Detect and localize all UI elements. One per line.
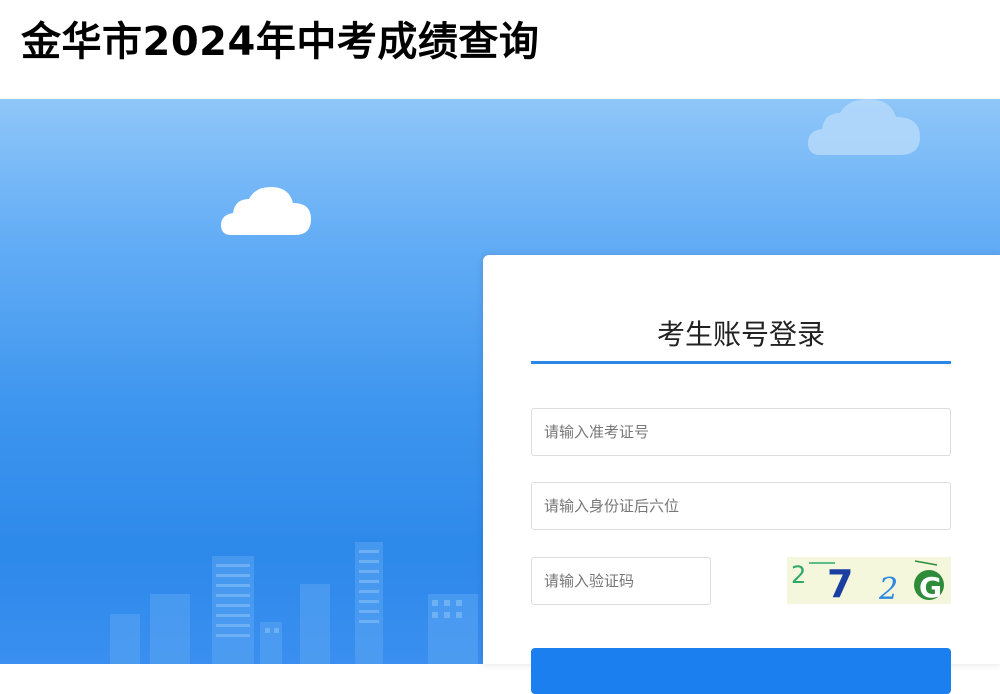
login-title: 考生账号登录	[656, 318, 825, 351]
header: 金华市2024年中考成绩查询	[0, 0, 1000, 99]
captcha-input[interactable]	[531, 557, 711, 605]
exam-id-input[interactable]	[531, 408, 951, 456]
login-button[interactable]	[531, 648, 951, 694]
svg-text:G: G	[919, 571, 942, 604]
svg-text:7: 7	[827, 562, 853, 604]
svg-text:2: 2	[791, 561, 806, 589]
id-card-input[interactable]	[531, 482, 951, 530]
login-card: 考生账号登录 2 7 2 G	[483, 255, 1000, 694]
cloud-icon	[808, 99, 920, 155]
title-underline	[531, 361, 951, 364]
cloud-icon	[221, 187, 311, 235]
city-skyline	[110, 542, 478, 664]
page-title: 金华市2024年中考成绩查询	[21, 19, 540, 65]
svg-text:2: 2	[878, 572, 898, 604]
captcha-image[interactable]: 2 7 2 G	[787, 557, 951, 604]
